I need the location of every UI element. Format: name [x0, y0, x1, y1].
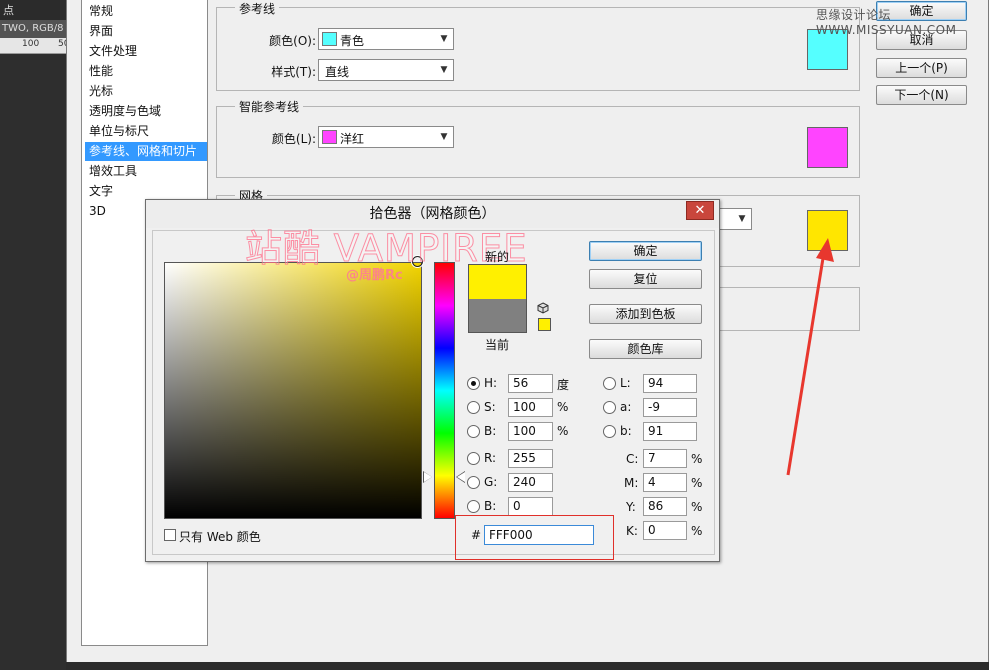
l-label: L:: [620, 376, 631, 390]
chevron-down-icon: ▼: [738, 214, 746, 224]
lab-b-input[interactable]: 91: [643, 422, 697, 441]
guides-legend: 参考线: [235, 0, 280, 17]
rgb-b-label: B:: [484, 499, 497, 513]
web-colors-only-label: 只有 Web 颜色: [179, 530, 261, 544]
ps-document-tab[interactable]: TWO, RGB/8: [0, 20, 66, 38]
h-label: H:: [484, 376, 498, 390]
g-label: G:: [484, 475, 498, 489]
current-color-swatch[interactable]: [468, 299, 527, 333]
category-item[interactable]: 单位与标尺: [85, 122, 207, 141]
r-label: R:: [484, 451, 497, 465]
guides-style-label: 样式(T):: [271, 65, 316, 79]
out-of-gamut-cube-icon[interactable]: [537, 302, 549, 314]
l-radio[interactable]: [603, 377, 616, 390]
guides-color-label: 颜色(O):: [269, 34, 316, 48]
select-value: 洋红: [340, 132, 365, 146]
lab-b-radio[interactable]: [603, 425, 616, 438]
smart-guides-color-label: 颜色(L):: [271, 132, 316, 146]
category-item[interactable]: 光标: [85, 82, 207, 101]
ps-ruler: 100 50: [0, 38, 69, 54]
c-label: C:: [626, 452, 639, 466]
category-item[interactable]: 常规: [85, 2, 207, 21]
b-radio[interactable]: [467, 425, 480, 438]
category-item[interactable]: 增效工具: [85, 162, 207, 181]
chevron-down-icon: ▼: [440, 65, 448, 75]
b-unit: %: [557, 424, 569, 438]
a-input[interactable]: -9: [643, 398, 697, 417]
web-colors-only-checkbox[interactable]: [164, 529, 176, 541]
k-unit: %: [691, 524, 703, 538]
new-color-swatch: [468, 264, 527, 299]
g-input[interactable]: 240: [508, 473, 553, 492]
hue-slider-arrow-right-fill[interactable]: [457, 472, 465, 482]
hue-slider-arrow-left-fill[interactable]: [424, 472, 432, 482]
guides-color-select[interactable]: 青色 ▼: [318, 28, 454, 50]
taskbar-edge: [66, 662, 989, 670]
h-input[interactable]: 56: [508, 374, 553, 393]
new-color-label: 新的: [485, 250, 510, 264]
rgb-b-input[interactable]: 0: [508, 497, 553, 516]
prefs-next-button[interactable]: 下一个(N): [876, 85, 967, 105]
hue-slider[interactable]: [434, 262, 455, 519]
y-label: Y:: [626, 500, 636, 514]
g-radio[interactable]: [467, 476, 480, 489]
site-watermark: 思缘设计论坛 WWW.MISSYUAN.COM: [816, 8, 957, 37]
smart-guides-color-select[interactable]: 洋红 ▼: [318, 126, 454, 148]
y-unit: %: [691, 500, 703, 514]
r-input[interactable]: 255: [508, 449, 553, 468]
color-swatch: [322, 32, 337, 46]
saturation-brightness-field[interactable]: [164, 262, 422, 519]
current-color-label: 当前: [485, 338, 510, 352]
r-radio[interactable]: [467, 452, 480, 465]
b-label: B:: [484, 424, 497, 438]
category-item[interactable]: 界面: [85, 22, 207, 41]
guides-style-select[interactable]: 直线 ▼: [318, 59, 454, 81]
hex-label: #: [471, 528, 482, 542]
select-value: 青色: [340, 34, 365, 48]
smart-guides-legend: 智能参考线: [235, 98, 304, 115]
web-safe-color-swatch[interactable]: [538, 318, 551, 331]
h-radio[interactable]: [467, 377, 480, 390]
k-input[interactable]: 0: [643, 521, 687, 540]
category-item[interactable]: 文件处理: [85, 42, 207, 61]
l-input[interactable]: 94: [643, 374, 697, 393]
select-value: 直线: [325, 65, 350, 79]
chevron-down-icon: ▼: [440, 132, 448, 142]
smart-guides-color-preview[interactable]: [807, 127, 848, 168]
category-item[interactable]: 透明度与色域: [85, 102, 207, 121]
ps-title-fragment: 点: [0, 0, 66, 20]
m-label: M:: [624, 476, 639, 490]
c-unit: %: [691, 452, 703, 466]
picker-ok-button[interactable]: 确定: [589, 241, 702, 261]
a-label: a:: [620, 400, 632, 414]
s-radio[interactable]: [467, 401, 480, 414]
m-unit: %: [691, 476, 703, 490]
category-item[interactable]: 性能: [85, 62, 207, 81]
annotation-arrow-icon: [786, 238, 834, 476]
color-libraries-button[interactable]: 颜色库: [589, 339, 702, 359]
close-icon[interactable]: ✕: [686, 201, 714, 220]
hex-input[interactable]: FFF000: [484, 525, 594, 545]
k-label: K:: [626, 524, 638, 538]
ruler-tick: 100: [22, 39, 40, 49]
rgb-b-radio[interactable]: [467, 500, 480, 513]
ps-canvas: [0, 54, 66, 670]
s-unit: %: [557, 400, 569, 414]
c-input[interactable]: 7: [643, 449, 687, 468]
chevron-down-icon: ▼: [440, 34, 448, 44]
m-input[interactable]: 4: [643, 473, 687, 492]
b-input[interactable]: 100: [508, 422, 553, 441]
s-input[interactable]: 100: [508, 398, 553, 417]
lab-b-label: b:: [620, 424, 632, 438]
prefs-prev-button[interactable]: 上一个(P): [876, 58, 967, 78]
category-item-guides-grid-slices[interactable]: 参考线、网格和切片: [85, 142, 207, 161]
h-unit: 度: [557, 378, 570, 392]
y-input[interactable]: 86: [643, 497, 687, 516]
s-label: S:: [484, 400, 496, 414]
add-to-swatches-button[interactable]: 添加到色板: [589, 304, 702, 324]
a-radio[interactable]: [603, 401, 616, 414]
color-swatch: [322, 130, 337, 144]
image-watermark-author: @周鹏Rc: [346, 268, 403, 283]
picker-reset-button[interactable]: 复位: [589, 269, 702, 289]
